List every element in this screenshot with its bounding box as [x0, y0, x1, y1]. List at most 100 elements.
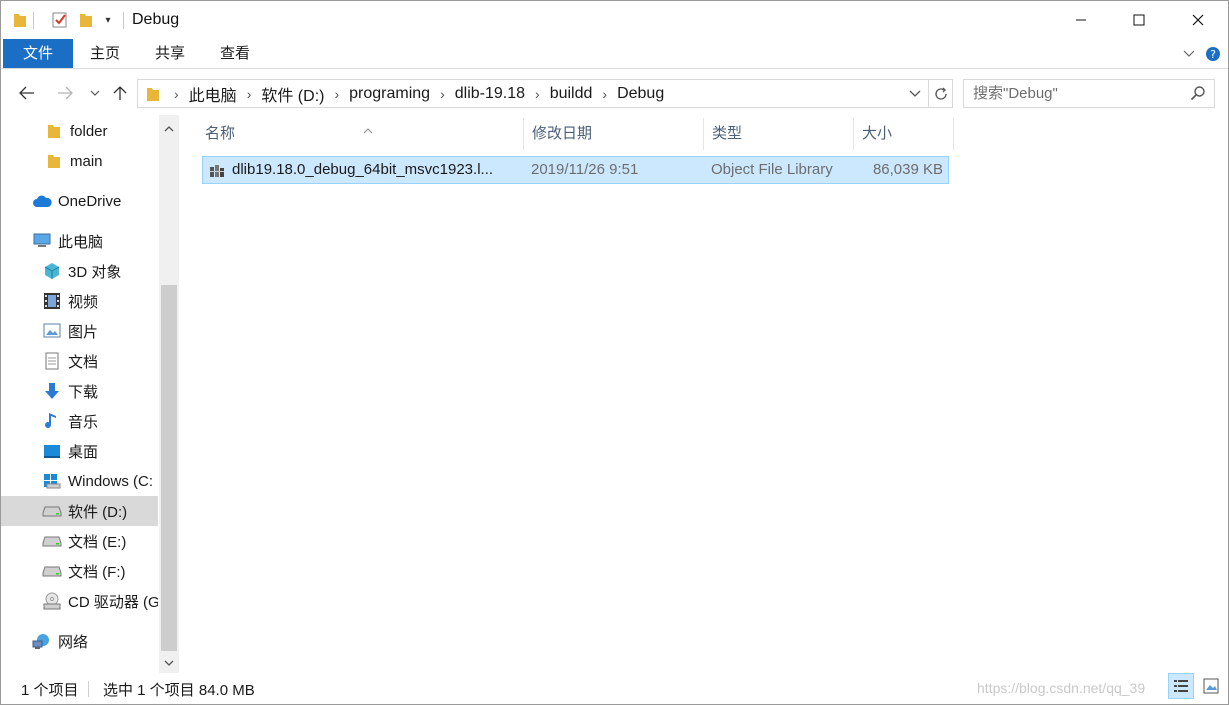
nav-item-label: 下载 — [68, 383, 99, 401]
scroll-thumb[interactable] — [161, 285, 177, 651]
breadcrumb-chevron-icon[interactable]: › — [168, 86, 185, 102]
folder-icon — [44, 122, 64, 140]
details-view-icon[interactable] — [1168, 673, 1194, 699]
explorer-window: ▾ Debug 文件 主页 共享 查看 ? › 此电脑 › 软件 (D:) › … — [0, 0, 1229, 705]
address-row: › 此电脑 › 软件 (D:) › programing › dlib-19.1… — [1, 75, 1228, 111]
watermark-text: https://blog.csdn.net/qq_39 — [977, 680, 1146, 696]
address-bar[interactable]: › 此电脑 › 软件 (D:) › programing › dlib-19.1… — [137, 79, 953, 108]
refresh-icon[interactable] — [928, 80, 952, 107]
search-icon[interactable] — [1190, 85, 1206, 101]
nav-item-downloads[interactable]: 下载 — [1, 376, 158, 406]
tab-share[interactable]: 共享 — [144, 39, 196, 68]
breadcrumb-dlib[interactable]: dlib-19.18 — [451, 85, 529, 103]
drive-icon — [42, 562, 62, 580]
large-icons-view-icon[interactable] — [1198, 673, 1224, 699]
nav-item-drive-c[interactable]: Windows (C: — [1, 466, 158, 496]
up-arrow-icon[interactable] — [106, 79, 134, 107]
table-row[interactable]: dlib19.18.0_debug_64bit_msvc1923.l... 20… — [202, 156, 949, 184]
cd-drive-icon — [42, 592, 62, 610]
drive-icon — [42, 532, 62, 550]
column-header-type[interactable]: 类型 — [704, 118, 854, 150]
status-selection: 选中 1 个项目 84.0 MB — [103, 682, 255, 699]
column-header-label: 类型 — [712, 125, 743, 142]
customize-quick-access-icon[interactable]: ▾ — [99, 11, 117, 29]
folder-icon — [138, 86, 168, 102]
help-icon[interactable]: ? — [1203, 43, 1223, 65]
file-name[interactable]: dlib19.18.0_debug_64bit_msvc1923.l... — [232, 157, 522, 183]
recent-locations-chevron-icon[interactable] — [81, 79, 109, 107]
nav-item-desktop[interactable]: 桌面 — [1, 436, 158, 466]
tab-view[interactable]: 查看 — [209, 39, 261, 68]
nav-item-drive-d[interactable]: 软件 (D:) — [1, 496, 158, 526]
nav-item-onedrive[interactable]: OneDrive — [1, 186, 158, 216]
nav-item-videos[interactable]: 视频 — [1, 286, 158, 316]
nav-item-label: main — [70, 152, 103, 170]
breadcrumb-chevron-icon[interactable]: › — [328, 86, 345, 102]
title-bar: ▾ Debug — [1, 1, 1228, 39]
nav-item-label: 3D 对象 — [68, 263, 122, 281]
scroll-up-icon[interactable] — [159, 119, 179, 139]
tab-file[interactable]: 文件 — [3, 39, 73, 68]
nav-item-label: 图片 — [68, 323, 99, 341]
breadcrumb-debug[interactable]: Debug — [613, 85, 668, 103]
network-icon — [32, 632, 52, 650]
nav-item-pictures[interactable]: 图片 — [1, 316, 158, 346]
tab-home[interactable]: 主页 — [79, 39, 131, 68]
nav-item-main[interactable]: main — [1, 146, 158, 176]
breadcrumb-buildd[interactable]: buildd — [546, 85, 597, 103]
folder-icon[interactable] — [11, 11, 29, 29]
minimize-button[interactable] — [1051, 1, 1111, 39]
expand-ribbon-icon[interactable] — [1179, 43, 1199, 65]
back-arrow-icon[interactable] — [13, 79, 41, 107]
nav-item-label: 软件 (D:) — [68, 503, 128, 521]
picture-icon — [42, 322, 62, 340]
status-bar: 1 个项目 选中 1 个项目 84.0 MB https://blog.csdn… — [1, 673, 1228, 704]
cloud-icon — [32, 192, 52, 210]
nav-item-label: 此电脑 — [58, 233, 104, 251]
ribbon-tabs: 文件 主页 共享 查看 ? — [1, 39, 1228, 69]
search-input[interactable] — [964, 80, 1184, 107]
nav-item-cd-drive[interactable]: CD 驱动器 (G — [1, 586, 158, 616]
breadcrumb-chevron-icon[interactable]: › — [434, 86, 451, 102]
forward-arrow-icon[interactable] — [51, 79, 79, 107]
file-list: 名称 修改日期 类型 大小 dlib19.18.0_debug_64bit_ms… — [187, 115, 1227, 673]
nav-item-label: folder — [70, 122, 108, 140]
computer-icon — [32, 232, 52, 250]
column-header-label: 名称 — [205, 125, 236, 142]
nav-item-label: 视频 — [68, 293, 99, 311]
nav-item-documents[interactable]: 文档 — [1, 346, 158, 376]
nav-item-3d-objects[interactable]: 3D 对象 — [1, 256, 158, 286]
column-header-modified[interactable]: 修改日期 — [524, 118, 704, 150]
breadcrumb-programing[interactable]: programing — [345, 85, 434, 103]
close-button[interactable] — [1168, 1, 1228, 39]
nav-item-drive-f[interactable]: 文档 (F:) — [1, 556, 158, 586]
search-box[interactable] — [963, 79, 1215, 108]
breadcrumb-chevron-icon[interactable]: › — [596, 86, 613, 102]
file-modified-date: 2019/11/26 9:51 — [531, 161, 639, 178]
navigation-pane: folder main OneDrive 此电脑 3D 对象 视频 图片 文档 — [1, 115, 179, 673]
properties-check-icon[interactable] — [51, 11, 69, 29]
breadcrumb-chevron-icon[interactable]: › — [529, 86, 546, 102]
nav-item-this-pc[interactable]: 此电脑 — [1, 226, 158, 256]
windows-drive-icon — [42, 472, 62, 490]
address-history-chevron-icon[interactable] — [904, 80, 926, 107]
library-file-icon — [209, 161, 227, 179]
scroll-down-icon[interactable] — [159, 653, 179, 673]
breadcrumb-drive-d[interactable]: 软件 (D:) — [257, 82, 328, 106]
sort-ascending-icon — [363, 116, 373, 148]
column-header-label: 大小 — [862, 125, 893, 142]
new-folder-icon[interactable] — [77, 11, 95, 29]
breadcrumb-chevron-icon[interactable]: › — [241, 86, 258, 102]
nav-item-drive-e[interactable]: 文档 (E:) — [1, 526, 158, 556]
breadcrumb-this-pc[interactable]: 此电脑 — [185, 82, 241, 106]
column-header-name[interactable]: 名称 — [197, 118, 524, 150]
maximize-button[interactable] — [1109, 1, 1169, 39]
nav-item-label: Windows (C: — [68, 472, 154, 490]
nav-item-network[interactable]: 网络 — [1, 626, 158, 656]
column-header-size[interactable]: 大小 — [854, 118, 954, 150]
nav-item-music[interactable]: 音乐 — [1, 406, 158, 436]
file-type: Object File Library — [711, 161, 833, 178]
nav-item-folder[interactable]: folder — [1, 116, 158, 146]
nav-item-label: 文档 — [68, 353, 99, 371]
nav-scrollbar[interactable] — [159, 115, 179, 673]
